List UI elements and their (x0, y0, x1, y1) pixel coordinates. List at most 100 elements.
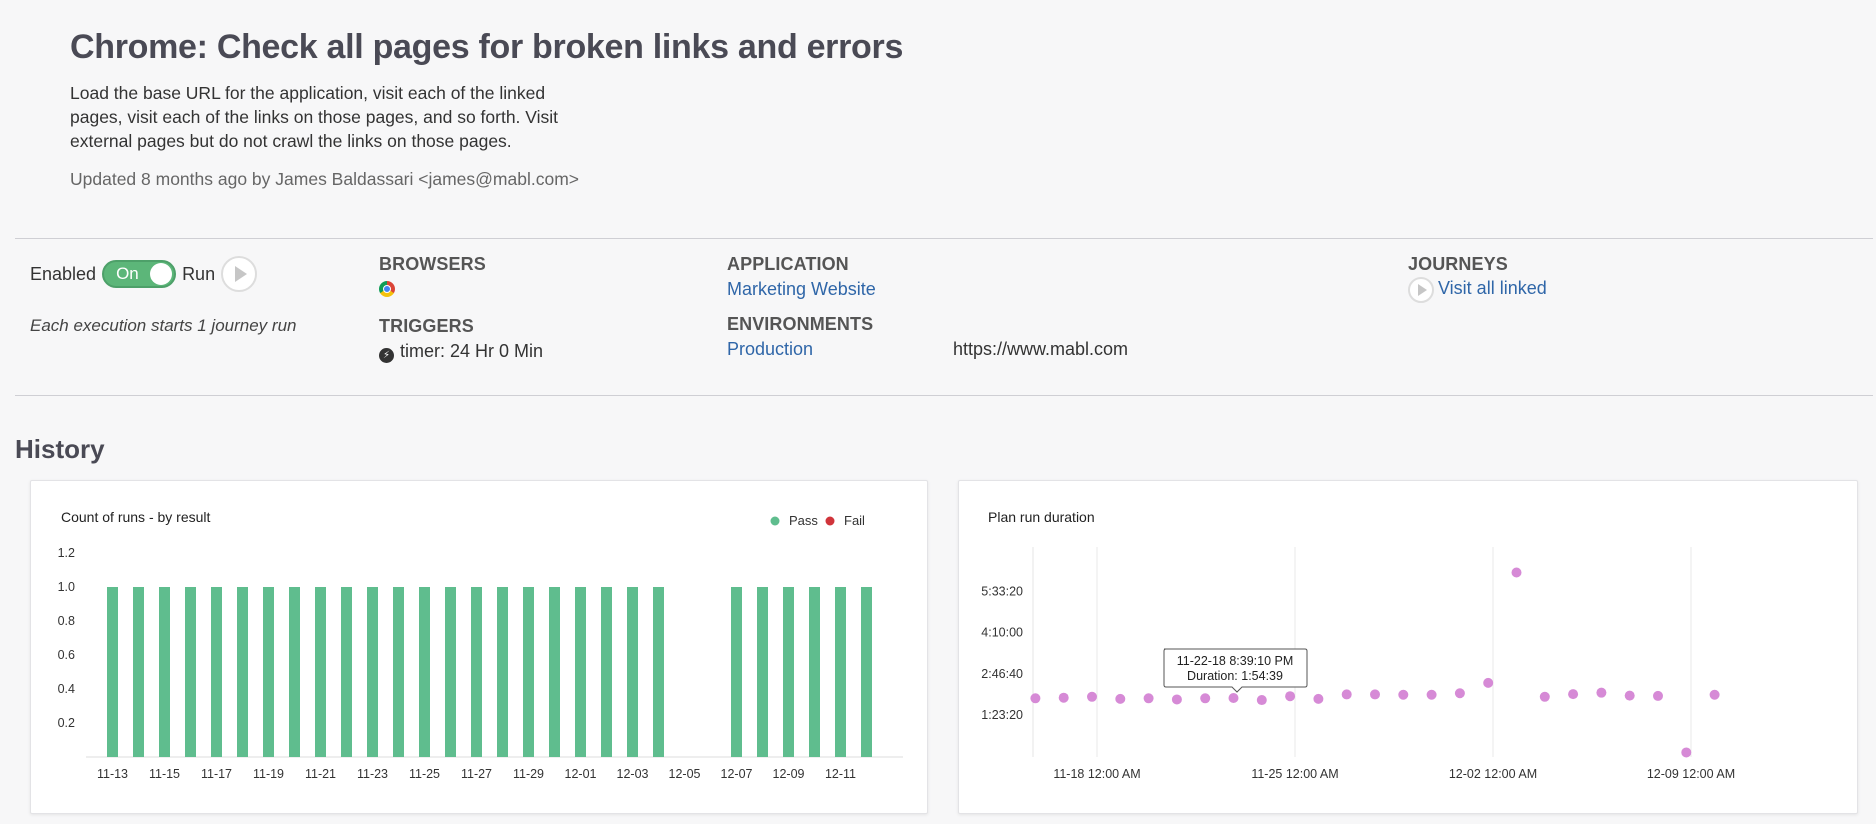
bar-pass[interactable] (731, 587, 742, 757)
play-icon (235, 266, 248, 282)
bar-pass[interactable] (861, 587, 872, 757)
page-title: Chrome: Check all pages for broken links… (70, 28, 904, 66)
duration-point[interactable] (1115, 693, 1126, 704)
bar-legend: Pass Fail (770, 513, 865, 528)
enabled-toggle[interactable]: On (102, 260, 177, 288)
duration-point[interactable] (1171, 694, 1182, 705)
bar-pass[interactable] (471, 587, 482, 757)
divider-bottom (15, 395, 1873, 396)
duration-point[interactable] (1653, 690, 1663, 701)
run-button[interactable] (221, 256, 258, 292)
legend-fail-label[interactable]: Fail (844, 513, 865, 528)
scatter-x-axis: 11-18 12:00 AM 11-25 12:00 AM 12-02 12:00 … (1053, 767, 1735, 781)
bar-pass[interactable] (627, 587, 638, 757)
bar-pass[interactable] (315, 587, 326, 757)
duration-point[interactable] (1285, 691, 1296, 702)
enabled-label: Enabled (30, 263, 97, 284)
bar-pass[interactable] (757, 587, 768, 757)
bar-pass[interactable] (237, 587, 248, 757)
bar-x-tick: 11-29 (513, 767, 544, 781)
bar-pass[interactable] (159, 587, 170, 757)
bar-pass[interactable] (523, 587, 534, 757)
bar-pass[interactable] (549, 587, 560, 757)
bar-y-tick: 0.6 (58, 648, 75, 662)
bar-pass[interactable] (289, 587, 300, 757)
bar-pass[interactable] (783, 587, 794, 757)
duration-point[interactable] (1313, 693, 1324, 704)
scatter-x-tick: 11-25 12:00 AM (1251, 767, 1338, 781)
scatter-y-tick: 1:23:20 (981, 708, 1023, 722)
duration-point[interactable] (1200, 693, 1211, 704)
duration-point[interactable] (1511, 567, 1522, 578)
scatter-x-tick: 11-18 12:00 AM (1053, 767, 1140, 781)
bar-y-tick: 1.2 (58, 546, 75, 560)
duration-point[interactable] (1370, 689, 1380, 700)
duration-point[interactable] (1539, 691, 1550, 702)
duration-point[interactable] (1681, 747, 1692, 758)
duration-point[interactable] (1143, 693, 1154, 704)
plan-controls: Enabled On Run Each execution starts 1 j… (30, 256, 296, 336)
trigger-value: timer: 24 Hr 0 Min (400, 341, 544, 361)
duration-point[interactable] (1426, 689, 1437, 700)
duration-point[interactable] (1624, 690, 1635, 701)
bar-pass[interactable] (185, 587, 196, 757)
bar-pass[interactable] (211, 587, 222, 757)
timer-icon: ⚡ (379, 348, 394, 363)
scatter-y-tick: 2:46:40 (981, 667, 1023, 681)
bar-pass[interactable] (809, 587, 820, 757)
legend-pass-dot (770, 516, 780, 526)
bar-pass[interactable] (133, 587, 144, 757)
browsers-label: BROWSERS (379, 254, 486, 274)
bar-pass[interactable] (601, 587, 612, 757)
bar-y-axis: 0.2 0.4 0.6 0.8 1.0 1.2 (58, 546, 75, 730)
duration-point[interactable] (1709, 689, 1720, 700)
duration-point[interactable] (1058, 692, 1069, 703)
bar-series (107, 587, 872, 757)
bar-x-axis: 11-13 11-15 11-17 11-19 11-21 11-23 11-25 11-27… (97, 767, 856, 781)
bar-pass[interactable] (575, 587, 586, 757)
toggle-label: On (116, 264, 139, 283)
bar-pass[interactable] (367, 587, 378, 757)
application-section: APPLICATION Marketing Website ENVIRONMEN… (727, 254, 1128, 360)
journeys-label: JOURNEYS (1408, 254, 1508, 274)
bar-pass[interactable] (341, 587, 352, 757)
bar-x-tick: 11-17 (201, 767, 232, 781)
bar-pass[interactable] (263, 587, 274, 757)
bar-y-tick: 0.4 (58, 682, 75, 696)
duration-point[interactable] (1087, 691, 1097, 702)
scatter-y-tick: 4:10:00 (981, 626, 1023, 640)
environment-link[interactable]: Production (727, 339, 813, 359)
bar-pass[interactable] (419, 587, 430, 757)
tooltip-duration: Duration: 1:54:39 (1187, 669, 1283, 683)
bar-pass[interactable] (497, 587, 508, 757)
environment-url: https://www.mabl.com (953, 339, 1129, 359)
duration-point[interactable] (1454, 688, 1465, 699)
plan-duration-card: Plan run duration 1:23:20 2:46:40 4:10:00 5… (958, 480, 1858, 814)
duration-point[interactable] (1228, 692, 1239, 703)
application-link[interactable]: Marketing Website (727, 279, 876, 299)
bar-pass[interactable] (835, 587, 846, 757)
execution-note: Each execution starts 1 journey run (30, 316, 297, 335)
duration-point[interactable] (1568, 689, 1579, 700)
scatter-tooltip: 11-22-18 8:39:10 PM Duration: 1:54:39 (1163, 648, 1308, 693)
bar-pass[interactable] (393, 587, 404, 757)
bar-x-tick: 11-13 (97, 767, 128, 781)
journey-link[interactable]: Visit all linked (1438, 278, 1547, 298)
bar-x-tick: 12-05 (669, 767, 701, 781)
scatter-x-tick: 12-02 12:00 AM (1449, 767, 1537, 781)
duration-point[interactable] (1398, 689, 1409, 700)
duration-point[interactable] (1341, 689, 1352, 700)
duration-point[interactable] (1483, 677, 1494, 688)
scatter-chart-title: Plan run duration (988, 509, 1095, 525)
bar-x-tick: 11-19 (253, 767, 284, 781)
journey-play-icon[interactable] (1408, 277, 1434, 303)
duration-point[interactable] (1030, 693, 1041, 704)
bar-pass[interactable] (107, 587, 118, 757)
duration-point[interactable] (1596, 687, 1607, 698)
bar-pass[interactable] (445, 587, 456, 757)
toggle-knob (150, 263, 173, 285)
duration-point[interactable] (1256, 695, 1267, 706)
bar-pass[interactable] (653, 587, 664, 757)
bar-x-tick: 11-27 (461, 767, 492, 781)
legend-pass-label[interactable]: Pass (789, 513, 818, 528)
